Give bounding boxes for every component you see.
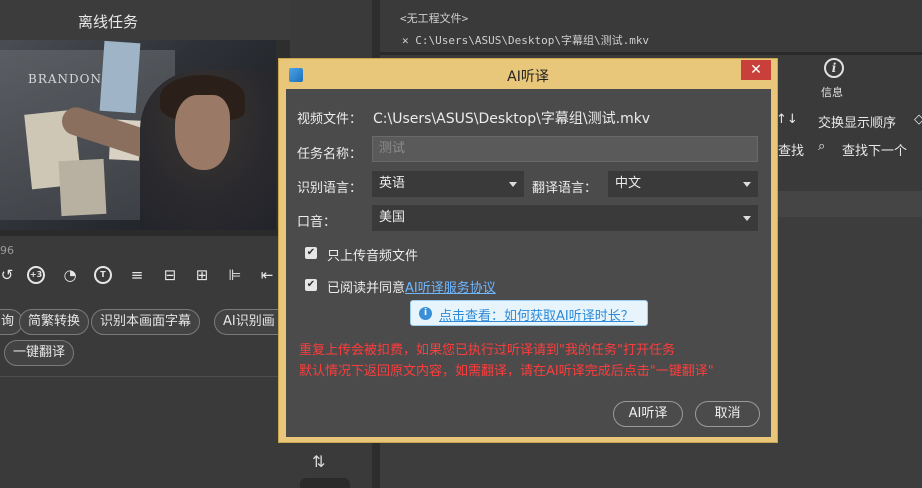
video-bottom-bar: [0, 230, 290, 236]
agree-label: 已阅读并同意AI听译服务协议: [327, 277, 496, 296]
video-paper: [58, 158, 107, 217]
bottom-handle[interactable]: [300, 478, 350, 488]
dialog-title: AI听译: [507, 69, 549, 85]
cancel-button[interactable]: 取消: [695, 401, 760, 427]
one-click-translate-button[interactable]: 一键翻译: [4, 340, 75, 366]
chevron-down-icon: [743, 182, 751, 187]
video-board-text: BRANDON: [28, 72, 102, 86]
file-tab[interactable]: ✕ C:\Users\ASUS\Desktop\字幕组\测试.mkv: [402, 32, 649, 48]
agree-checkbox[interactable]: ✔: [305, 279, 317, 291]
translation-language-label: 翻译语言：: [532, 181, 598, 196]
file-tab-label: C:\Users\ASUS\Desktop\字幕组\测试.mkv: [415, 34, 650, 47]
accent-select[interactable]: 美国: [372, 205, 758, 231]
left-panel-header: 离线任务: [0, 0, 290, 40]
swap-order-button[interactable]: 交换显示顺序: [818, 112, 896, 131]
recognition-language-select[interactable]: 英语: [372, 171, 524, 197]
text-t-icon[interactable]: T: [94, 266, 112, 284]
info-icon[interactable]: i: [824, 58, 844, 78]
accent-value: 美国: [379, 210, 406, 225]
rewind-icon[interactable]: ↺: [0, 264, 18, 286]
swap-order-icon[interactable]: ↑↓: [776, 112, 798, 127]
forward-3-icon[interactable]: +3: [27, 266, 45, 284]
warning-text-line2: 默认情况下返回原文内容，如需翻译，请在AI听译完成后点击"一键翻译": [299, 364, 714, 379]
timecode-text: 96: [0, 244, 14, 257]
align-center-icon[interactable]: ⊟: [159, 264, 181, 286]
ai-transcribe-button[interactable]: AI听译: [613, 401, 683, 427]
service-agreement-link[interactable]: AI听译服务协议: [405, 281, 496, 296]
project-title: <无工程文件>: [400, 12, 469, 25]
info-label[interactable]: 信息: [821, 84, 843, 100]
audio-only-label[interactable]: 只上传音频文件: [327, 245, 418, 264]
recognition-language-label: 识别语言：: [297, 181, 363, 196]
video-paper: [99, 40, 141, 114]
video-preview[interactable]: BRANDON: [0, 40, 290, 230]
align-list-icon[interactable]: ≡: [126, 264, 148, 286]
agree-prefix: 已阅读并同意: [327, 281, 406, 296]
task-name-input[interactable]: 测试: [372, 136, 758, 162]
left-panel-title: 离线任务: [78, 13, 139, 31]
how-to-get-time-link[interactable]: 点击查看：如何获取AI听译时长？: [439, 305, 634, 324]
how-to-get-time-tip[interactable]: i 点击查看：如何获取AI听译时长？: [410, 300, 648, 326]
warning-text-line1: 重复上传会被扣费，如果您已执行过听译请到"我的任务"打开任务: [299, 343, 675, 358]
translation-language-value: 中文: [615, 176, 642, 191]
traditional-simplified-button[interactable]: 简繁转换: [19, 309, 90, 335]
move-left-icon[interactable]: ⇤: [256, 264, 278, 286]
dialog-body: 视频文件： C:\Users\ASUS\Desktop\字幕组\测试.mkv 任…: [286, 89, 771, 437]
search-icon[interactable]: ⌕: [818, 139, 825, 154]
chevron-down-icon: [509, 182, 517, 187]
video-figure-face: [175, 95, 230, 170]
dialog-titlebar[interactable]: AI听译 ✕: [279, 59, 777, 89]
audio-only-checkbox[interactable]: ✔: [305, 247, 317, 259]
close-button[interactable]: ✕: [741, 60, 771, 80]
chevron-down-icon: [743, 216, 751, 221]
recognize-frame-subtitle-button[interactable]: 识别本画面字幕: [91, 309, 201, 335]
align-vcenter-icon[interactable]: ⊞: [191, 264, 213, 286]
more-icon[interactable]: ◇: [914, 112, 922, 127]
video-file-value: C:\Users\ASUS\Desktop\字幕组\测试.mkv: [373, 111, 651, 127]
left-panel-lower-area: [0, 377, 290, 488]
clock-icon[interactable]: ◔: [59, 264, 81, 286]
ai-transcribe-dialog: AI听译 ✕ 视频文件： C:\Users\ASUS\Desktop\字幕组\测…: [278, 58, 778, 443]
tab-bar-divider: [380, 52, 922, 55]
accent-label: 口音：: [297, 215, 337, 230]
task-name-placeholder: 测试: [379, 141, 406, 156]
info-icon: i: [419, 307, 432, 320]
translation-language-select[interactable]: 中文: [608, 171, 758, 197]
recognition-language-value: 英语: [379, 176, 406, 191]
find-next-button[interactable]: 查找下一个: [842, 140, 907, 159]
video-file-label: 视频文件：: [297, 112, 363, 127]
align-left-icon[interactable]: ⊫: [224, 264, 246, 286]
find-button[interactable]: 查找: [778, 140, 804, 159]
task-name-label: 任务名称：: [297, 147, 363, 162]
swap-vertical-icon[interactable]: ⇅: [312, 452, 325, 471]
